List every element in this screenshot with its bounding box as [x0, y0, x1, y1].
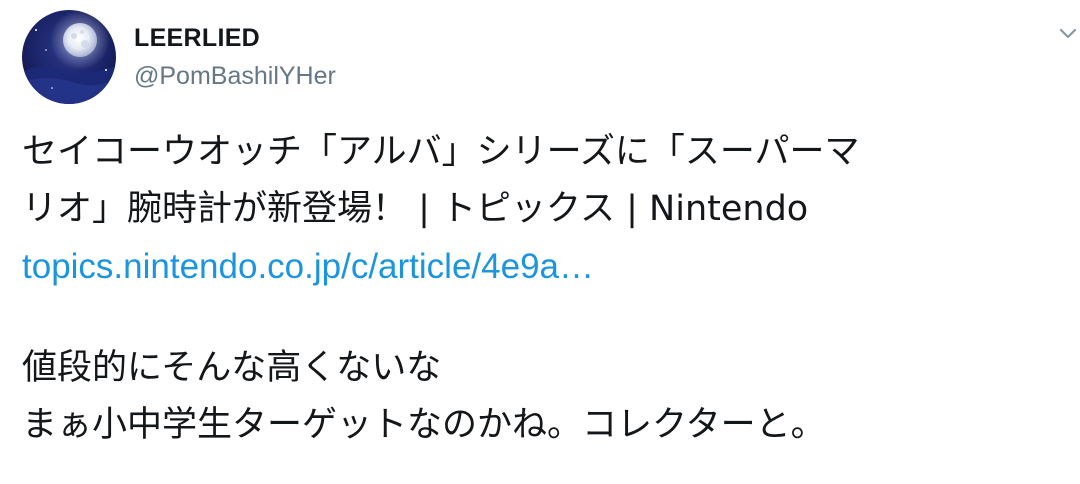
article-link[interactable]: topics.nintendo.co.jp/c/article/4e9a… [22, 247, 594, 286]
avatar[interactable] [22, 10, 116, 104]
tweet-card: LEERLIED @PomBashilYHer セイコーウオッチ「アルバ」シリー… [0, 0, 1080, 484]
moon-avatar-image [22, 10, 116, 104]
tweet-text: セイコーウオッチ「アルバ」シリーズに「スーパーマ リオ」腕時計が新登場！ | ト… [22, 124, 1072, 454]
tweet-text-line: 値段的にそんな高くないな [22, 348, 442, 388]
author-display-name[interactable]: LEERLIED [134, 24, 260, 53]
tweet-text-line: セイコーウオッチ「アルバ」シリーズに「スーパーマ [22, 132, 860, 172]
chevron-down-icon[interactable] [1058, 22, 1077, 42]
tweet-text-line: リオ」腕時計が新登場！ | トピックス | Nintendo [22, 189, 809, 229]
author-handle[interactable]: @PomBashilYHer [134, 62, 336, 91]
tweet-text-line: まぁ小中学生ターゲットなのかね。コレクターと。 [22, 405, 826, 445]
